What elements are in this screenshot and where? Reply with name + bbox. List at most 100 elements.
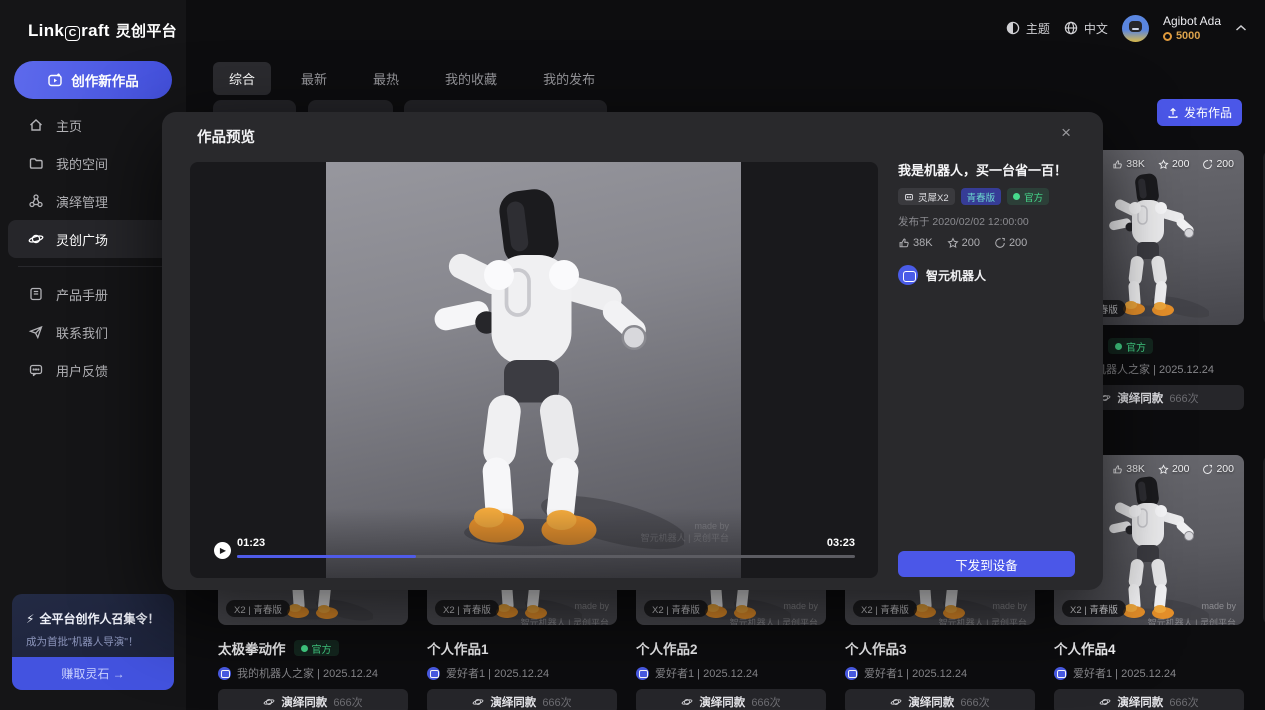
app-window: LinkCraft 灵创平台 创作新作品 主页 我的空间 演绎管理: [0, 0, 1265, 710]
card-author[interactable]: 我的机器人之家 | 2025.12.24: [218, 665, 408, 681]
user-name: Agibot Ada: [1163, 14, 1221, 28]
watermark-brand-line: 智元机器人 | 灵创平台: [939, 616, 1027, 625]
theme-toggle[interactable]: 主题: [1006, 20, 1050, 37]
card-author[interactable]: 爱好者1 | 2025.12.24: [845, 665, 1035, 681]
shares-stat[interactable]: 200: [994, 237, 1027, 249]
official-dot-icon: [1013, 193, 1020, 200]
video-frame[interactable]: made by智元机器人 | 灵创平台: [326, 162, 741, 578]
home-icon: [28, 117, 44, 133]
deploy-to-device-button[interactable]: 下发到设备: [898, 551, 1075, 577]
robot-face-icon: [904, 192, 914, 202]
play-button[interactable]: ▶: [214, 542, 231, 559]
banner-subline: 成为首批"机器人导演"！: [26, 634, 160, 649]
official-dot-icon: [301, 645, 308, 652]
share-icon: [1202, 464, 1213, 475]
sidebar-item-performance[interactable]: 演绎管理: [8, 182, 178, 220]
planet-icon: [681, 696, 693, 708]
video-bottom-fade: [326, 508, 741, 578]
card-title: 个人作品1: [427, 638, 489, 658]
remix-button[interactable]: 演绎同款 666次: [1054, 689, 1244, 710]
sidebar-item-manual[interactable]: 产品手册: [8, 275, 178, 313]
coin-balance: 5000: [1176, 30, 1200, 42]
model-badge: X2 | 青春版: [644, 600, 708, 617]
card-author[interactable]: 爱好者1 | 2025.12.24: [636, 665, 826, 681]
robot-figure: [1089, 170, 1209, 320]
work-author[interactable]: 智元机器人: [898, 265, 1075, 285]
video-player: made by智元机器人 | 灵创平台 ▶ 01:23 03:23: [190, 162, 878, 578]
model-tag: 灵犀X2: [898, 188, 955, 205]
work-title: 我是机器人，买一台省一百！: [898, 162, 1075, 179]
work-tags: 灵犀X2 青春版 官方: [898, 188, 1075, 205]
author-avatar-icon: [845, 667, 858, 680]
bolt-icon: ⚡: [26, 612, 34, 626]
planet-icon: [1099, 696, 1111, 708]
model-badge: X2 | 青春版: [435, 600, 499, 617]
sidebar-item-my-space[interactable]: 我的空间: [8, 144, 178, 182]
card-title: 个人作品3: [845, 638, 907, 658]
card-author[interactable]: 爱好者1 | 2025.12.24: [427, 665, 617, 681]
share-icon: [994, 237, 1006, 249]
theme-icon: [1006, 21, 1020, 35]
star-icon: [947, 237, 959, 249]
made-by-watermark: made by: [574, 601, 609, 611]
sidebar-item-feedback[interactable]: 用户反馈: [8, 351, 178, 389]
remix-button[interactable]: 演绎同款 666次: [845, 689, 1035, 710]
sort-tabs: 综合 最新 最热 我的收藏 我的发布: [213, 62, 625, 95]
coin-icon: [1163, 32, 1172, 41]
work-stats: 38K 200 200: [898, 237, 1075, 249]
made-by-watermark: made by: [992, 601, 1027, 611]
tab-all[interactable]: 综合: [213, 62, 271, 95]
creator-recruit-banner: ⚡ 全平台创作人召集令！ 成为首批"机器人导演"！ 赚取灵石 →: [12, 594, 174, 690]
current-time: 01:23: [237, 537, 265, 549]
like-icon: [1112, 159, 1123, 170]
sidebar-item-home[interactable]: 主页: [8, 106, 178, 144]
tab-favorites[interactable]: 我的收藏: [429, 62, 513, 95]
chevron-up-icon[interactable]: [1235, 24, 1247, 32]
feedback-chat-icon: [28, 362, 44, 378]
work-preview-modal: 作品预览 × made by智元机器人 | 灵创平台 ▶ 01:23 03:23…: [162, 112, 1103, 590]
work-detail-panel: 我是机器人，买一台省一百！ 灵犀X2 青春版 官方 发布于 2020/02/02…: [898, 162, 1075, 285]
planet-icon: [890, 696, 902, 708]
video-create-icon: [47, 72, 63, 88]
folder-icon: [28, 155, 44, 171]
share-icon: [1202, 159, 1213, 170]
official-dot-icon: [1115, 343, 1122, 350]
sidebar-menu: 主页 我的空间 演绎管理 灵创广场 产品手册 联系我们: [8, 106, 178, 389]
publish-date: 发布于 2020/02/02 12:00:00: [898, 214, 1075, 229]
card-title: 个人作品2: [636, 638, 698, 658]
remix-button[interactable]: 演绎同款 666次: [427, 689, 617, 710]
earn-gems-button[interactable]: 赚取灵石 →: [12, 657, 174, 690]
likes-stat[interactable]: 38K: [898, 237, 933, 249]
like-icon: [1112, 464, 1123, 475]
sidebar-item-plaza[interactable]: 灵创广场: [8, 220, 178, 258]
publish-work-button[interactable]: 发布作品: [1157, 99, 1242, 126]
official-tag: 官方: [294, 640, 339, 656]
language-switcher[interactable]: 中文: [1064, 20, 1108, 37]
card-title: 个人作品4: [1054, 638, 1116, 658]
globe-icon: [1064, 21, 1078, 35]
author-avatar-icon: [427, 667, 440, 680]
author-avatar-icon: [1054, 667, 1067, 680]
stars-stat[interactable]: 200: [947, 237, 980, 249]
tab-newest[interactable]: 最新: [285, 62, 343, 95]
watermark-brand-line: 智元机器人 | 灵创平台: [730, 616, 818, 625]
topbar: 主题 中文 Agibot Ada 5000: [186, 0, 1265, 56]
play-icon: ▶: [220, 546, 226, 555]
close-icon[interactable]: ×: [1061, 124, 1071, 141]
tab-my-posts[interactable]: 我的发布: [527, 62, 611, 95]
model-badge: X2 | 青春版: [853, 600, 917, 617]
nodes-icon: [28, 193, 44, 209]
tab-hottest[interactable]: 最热: [357, 62, 415, 95]
remix-button[interactable]: 演绎同款 666次: [218, 689, 408, 710]
progress-bar[interactable]: [237, 555, 855, 558]
user-avatar[interactable]: [1122, 15, 1149, 42]
official-tag: 官方: [1007, 188, 1049, 205]
sidebar-item-contact[interactable]: 联系我们: [8, 313, 178, 351]
star-icon: [1158, 464, 1169, 475]
card-author[interactable]: 爱好者1 | 2025.12.24: [1054, 665, 1244, 681]
star-icon: [1158, 159, 1169, 170]
user-info[interactable]: Agibot Ada 5000: [1163, 14, 1221, 42]
remix-button[interactable]: 演绎同款 666次: [636, 689, 826, 710]
official-tag: 官方: [1108, 338, 1153, 354]
create-work-button[interactable]: 创作新作品: [14, 61, 172, 99]
